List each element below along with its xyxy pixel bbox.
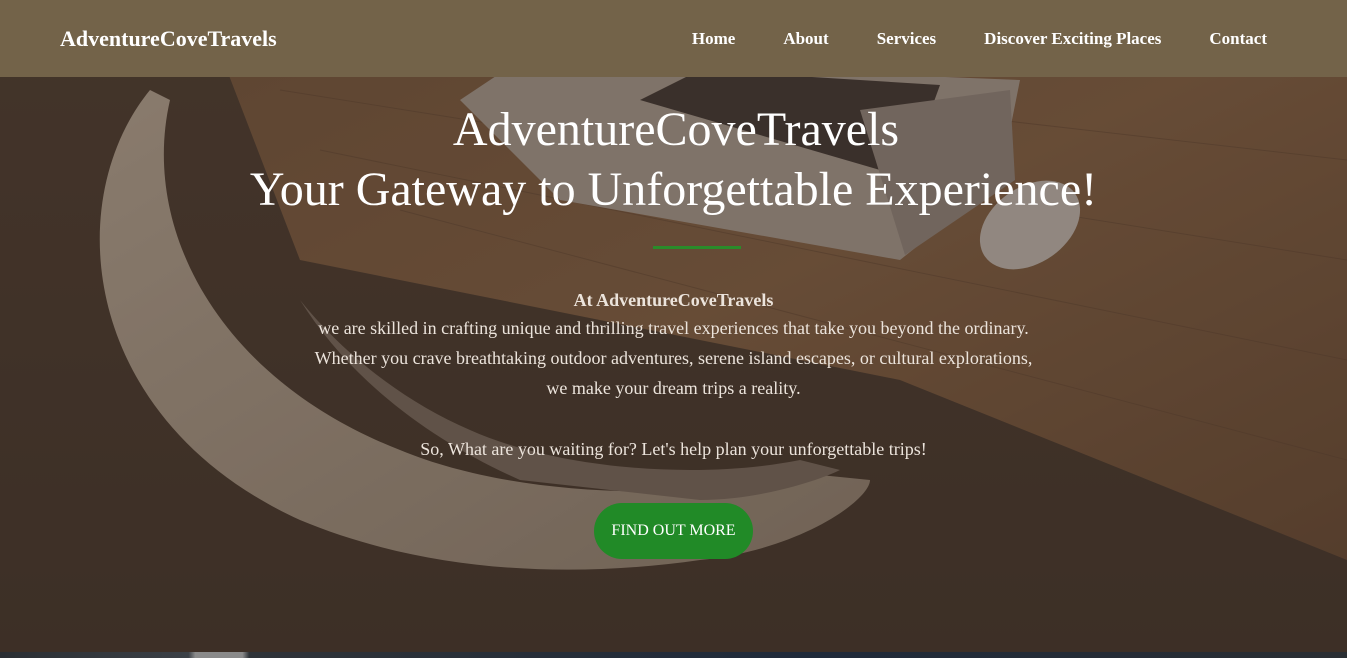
intro-line-3: we make your dream trips a reality. (546, 378, 801, 398)
brand-logo-link[interactable]: AdventureCoveTravels (60, 26, 277, 52)
nav-link-home[interactable]: Home (692, 29, 735, 49)
nav-link-services[interactable]: Services (877, 29, 936, 49)
nav-link-discover[interactable]: Discover Exciting Places (984, 29, 1161, 49)
nav-links: Home About Services Discover Exciting Pl… (644, 29, 1267, 49)
intro-heading: At AdventureCoveTravels (573, 290, 774, 310)
find-out-more-button[interactable]: FIND OUT MORE (594, 503, 753, 559)
hero-title: AdventureCoveTravels (452, 103, 900, 156)
next-section-edge (0, 652, 1347, 658)
hero-content: AdventureCoveTravels Your Gateway to Unf… (0, 100, 1347, 559)
nav-link-contact[interactable]: Contact (1209, 29, 1267, 49)
cta-text: So, What are you waiting for? Let's help… (420, 439, 927, 459)
navbar: AdventureCoveTravels Home About Services… (0, 0, 1347, 77)
nav-link-about[interactable]: About (783, 29, 828, 49)
title-divider (652, 246, 741, 249)
intro-line-1: we are skilled in crafting unique and th… (318, 318, 1029, 338)
intro-line-2: Whether you crave breathtaking outdoor a… (314, 348, 1033, 368)
hero-subtitle: Your Gateway to Unforgettable Experience… (249, 163, 1098, 216)
